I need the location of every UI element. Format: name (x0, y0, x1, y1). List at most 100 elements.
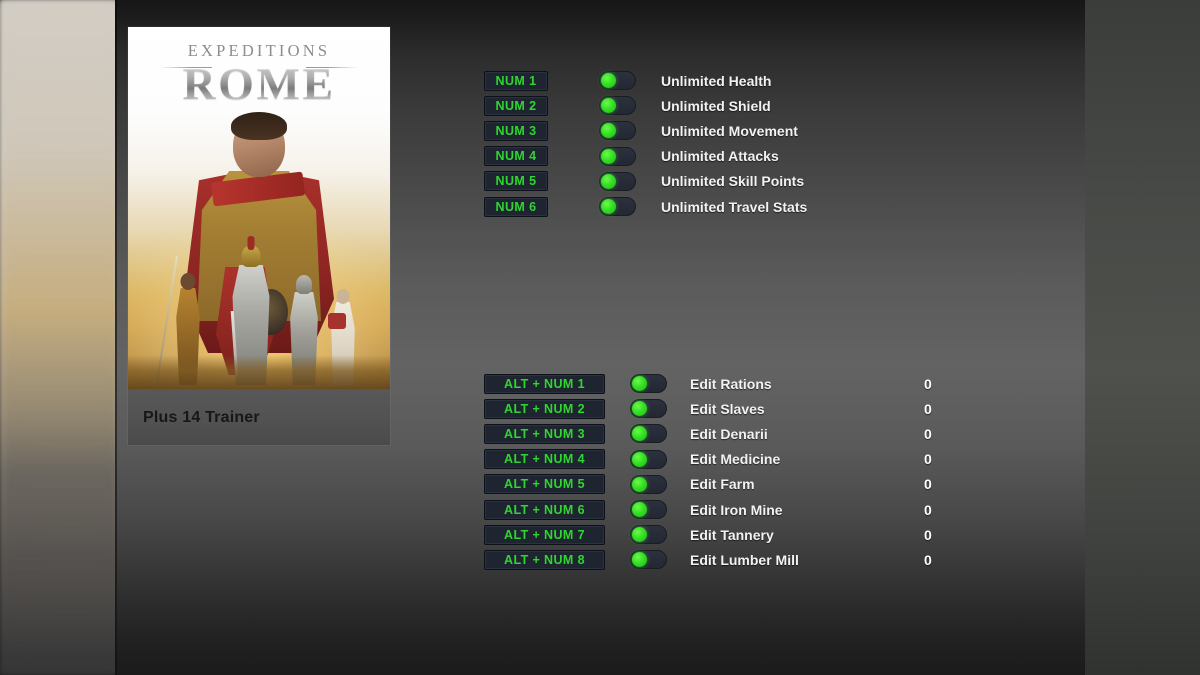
logo-rule-right (306, 67, 358, 68)
cheat-value[interactable]: 0 (924, 552, 932, 568)
cheat-toggle[interactable] (599, 146, 636, 166)
hotkey-button[interactable]: ALT + NUM 6 (484, 499, 605, 520)
hotkey-button[interactable]: ALT + NUM 2 (484, 398, 605, 419)
backdrop-left-glow (0, 0, 120, 675)
cheat-row: ALT + NUM 2 Edit Slaves 0 (484, 396, 932, 421)
hotkey-button[interactable]: ALT + NUM 3 (484, 423, 605, 444)
figure-helmet (296, 275, 312, 294)
hotkey-button[interactable]: NUM 5 (484, 171, 548, 192)
cheat-value[interactable]: 0 (924, 376, 932, 392)
hotkey-button[interactable]: ALT + NUM 1 (484, 373, 605, 394)
toggle-knob (632, 502, 647, 518)
cover-ground (128, 355, 390, 389)
game-title-secondary: ROME (128, 61, 390, 107)
toggle-knob (632, 476, 647, 492)
figure-accessory (328, 313, 346, 329)
game-cover-art: EXPEDITIONS ROME (128, 27, 390, 389)
cheat-label: Edit Iron Mine (690, 501, 783, 518)
cheat-row: NUM 2 Unlimited Shield (484, 93, 807, 118)
hotkey-button[interactable]: ALT + NUM 8 (484, 549, 605, 570)
cheat-row: ALT + NUM 3 Edit Denarii 0 (484, 421, 932, 446)
hotkey-button[interactable]: NUM 2 (484, 95, 548, 116)
logo-rule-left (160, 67, 212, 68)
toggle-knob (601, 73, 616, 89)
cheat-label: Edit Slaves (690, 400, 765, 417)
cheat-row: ALT + NUM 7 Edit Tannery 0 (484, 522, 932, 547)
cheat-row: NUM 4 Unlimited Attacks (484, 144, 807, 169)
toggle-knob (601, 123, 616, 139)
cheat-row: NUM 6 Unlimited Travel Stats (484, 194, 807, 219)
cheat-value[interactable]: 0 (924, 527, 932, 543)
cheat-toggle[interactable] (599, 197, 636, 217)
cheat-row: ALT + NUM 4 Edit Medicine 0 (484, 447, 932, 472)
cheat-value[interactable]: 0 (924, 401, 932, 417)
hotkey-button[interactable]: NUM 6 (484, 196, 548, 217)
figure-head (336, 289, 350, 304)
cheat-list-secondary: ALT + NUM 1 Edit Rations 0 ALT + NUM 2 Edit … (484, 371, 932, 573)
backdrop-right-panel (1085, 0, 1200, 675)
cheat-row: ALT + NUM 1 Edit Rations 0 (484, 371, 932, 396)
figure-head (180, 273, 196, 290)
cheat-toggle[interactable] (630, 525, 667, 545)
cheat-toggle[interactable] (630, 374, 667, 394)
cheat-row: ALT + NUM 8 Edit Lumber Mill 0 (484, 547, 932, 572)
cheat-toggle[interactable] (630, 474, 667, 494)
cheat-toggle[interactable] (630, 500, 667, 520)
trainer-window: EXPEDITIONS ROME Plus 14 Trainer NUM 1 U… (115, 0, 1085, 675)
cheat-label: Unlimited Attacks (661, 148, 779, 165)
cheat-label: Unlimited Travel Stats (661, 198, 808, 215)
cheat-label: Edit Tannery (690, 526, 774, 543)
cheat-label: Edit Denarii (690, 425, 768, 442)
cheat-toggle[interactable] (630, 424, 667, 444)
cheat-label: Unlimited Health (661, 72, 772, 89)
toggle-knob (601, 98, 616, 114)
cheat-toggle[interactable] (599, 171, 636, 191)
hero-hair (231, 112, 287, 140)
toggle-knob (601, 173, 616, 189)
cheat-label: Unlimited Movement (661, 122, 798, 139)
figure-plume (247, 236, 255, 250)
game-cover-card: EXPEDITIONS ROME Plus 14 Trainer (128, 27, 390, 445)
window-left-edge (115, 0, 117, 675)
cheat-value[interactable]: 0 (924, 451, 932, 467)
toggle-knob (632, 376, 647, 392)
toggle-knob (601, 148, 616, 164)
trainer-caption-bar: Plus 14 Trainer (128, 389, 390, 445)
game-logo: EXPEDITIONS ROME (128, 41, 390, 106)
cheat-label: Unlimited Shield (661, 97, 771, 114)
hotkey-button[interactable]: ALT + NUM 5 (484, 474, 605, 495)
cheat-toggle[interactable] (599, 71, 636, 91)
cheat-toggle[interactable] (630, 550, 667, 570)
cheat-toggle[interactable] (599, 96, 636, 116)
cheat-value[interactable]: 0 (924, 426, 932, 442)
cheat-label: Edit Medicine (690, 451, 781, 468)
toggle-knob (632, 451, 647, 467)
cheat-label: Unlimited Skill Points (661, 173, 805, 190)
hotkey-button[interactable]: NUM 3 (484, 120, 548, 141)
cheat-value[interactable]: 0 (924, 476, 932, 492)
cheat-toggle[interactable] (630, 399, 667, 419)
cheat-row: ALT + NUM 5 Edit Farm 0 (484, 472, 932, 497)
toggle-knob (632, 426, 647, 442)
toggle-knob (632, 401, 647, 417)
cheat-row: ALT + NUM 6 Edit Iron Mine 0 (484, 497, 932, 522)
trainer-caption-text: Plus 14 Trainer (143, 408, 260, 426)
cheat-row: NUM 1 Unlimited Health (484, 68, 807, 93)
cheat-row: NUM 5 Unlimited Skill Points (484, 169, 807, 194)
cheat-label: Edit Farm (690, 476, 755, 493)
toggle-knob (632, 527, 647, 543)
screen: EXPEDITIONS ROME Plus 14 Trainer NUM 1 U… (0, 0, 1200, 675)
cheat-list-primary: NUM 1 Unlimited Health NUM 2 Unlimited Shie… (484, 68, 807, 219)
toggle-knob (601, 199, 616, 215)
cheat-label: Edit Lumber Mill (690, 551, 799, 568)
cheat-value[interactable]: 0 (924, 502, 932, 518)
hotkey-button[interactable]: ALT + NUM 7 (484, 524, 605, 545)
cheat-toggle[interactable] (630, 449, 667, 469)
cheat-label: Edit Rations (690, 375, 772, 392)
cheat-row: NUM 3 Unlimited Movement (484, 118, 807, 143)
hotkey-button[interactable]: NUM 1 (484, 70, 548, 91)
toggle-knob (632, 552, 647, 568)
hotkey-button[interactable]: NUM 4 (484, 146, 548, 167)
cheat-toggle[interactable] (599, 121, 636, 141)
hotkey-button[interactable]: ALT + NUM 4 (484, 449, 605, 470)
